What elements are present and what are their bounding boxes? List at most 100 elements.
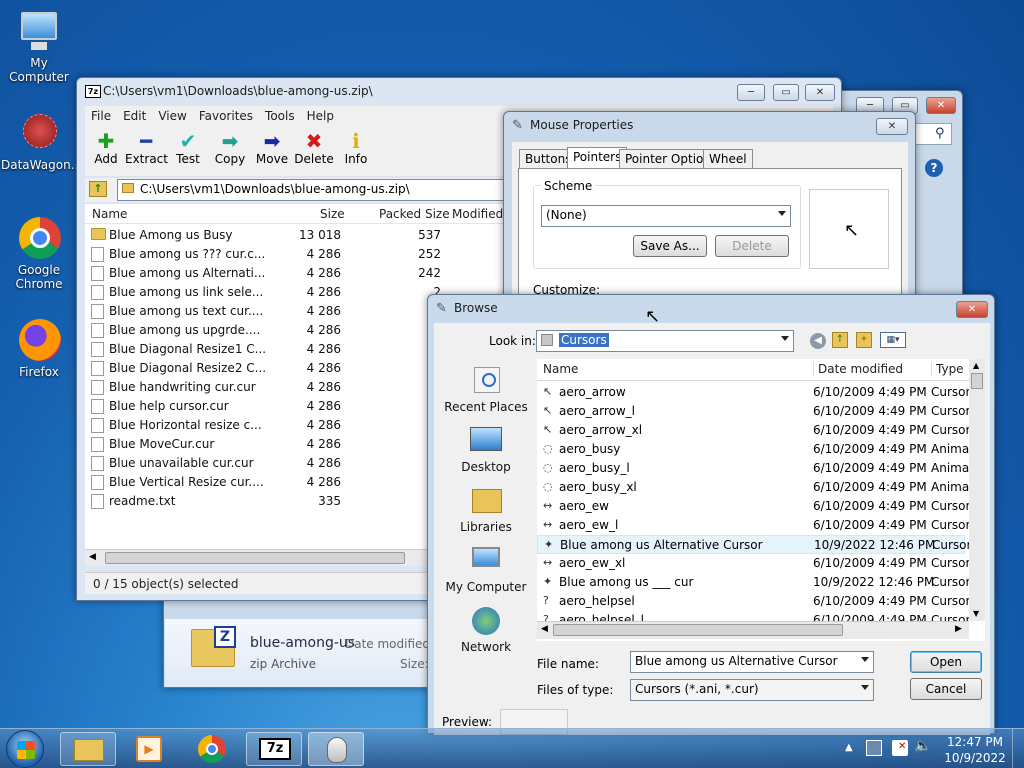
add-button[interactable]: ✚ Add <box>85 130 127 166</box>
clock[interactable]: 12:47 PM 10/9/2022 <box>940 734 1010 766</box>
menu-tools[interactable]: Tools <box>259 106 301 126</box>
scroll-left-arrow[interactable]: ◀ <box>89 552 96 562</box>
show-desktop-button[interactable] <box>1012 729 1024 768</box>
scroll-thumb[interactable] <box>105 552 405 564</box>
cursor-file-icon: ↖ <box>543 404 553 417</box>
desktop-icon-label: Google Chrome <box>15 263 63 291</box>
taskbar-chrome[interactable] <box>184 732 240 766</box>
save-as-button[interactable]: Save As... <box>633 235 707 257</box>
taskbar-explorer[interactable] <box>60 732 116 766</box>
mouse-properties-window[interactable]: ✎ Mouse Properties ✕ Buttons Pointers Po… <box>503 111 916 312</box>
delete-scheme-button[interactable]: Delete <box>715 235 789 257</box>
place-desktop[interactable]: Desktop <box>438 425 534 474</box>
menu-file[interactable]: File <box>85 106 117 126</box>
help-icon[interactable]: ? <box>925 159 943 177</box>
scroll-right-arrow[interactable]: ▶ <box>955 624 962 634</box>
place-libraries[interactable]: Libraries <box>438 485 534 534</box>
col-modified[interactable]: Modified <box>452 207 503 221</box>
close-button[interactable]: ✕ <box>876 118 908 135</box>
up-folder-icon[interactable]: ↑ <box>89 181 107 197</box>
action-center-icon[interactable]: ✕ <box>892 740 908 756</box>
info-button[interactable]: ℹ Info <box>335 130 377 166</box>
list-item[interactable]: ↖ aero_arrow_xl 6/10/2009 4:49 PM Cursor <box>537 421 970 440</box>
desktop-icon-chrome[interactable]: Google Chrome <box>1 217 77 291</box>
start-button[interactable] <box>6 730 44 768</box>
menu-edit[interactable]: Edit <box>117 106 152 126</box>
test-button[interactable]: ✔ Test <box>167 130 209 166</box>
list-item[interactable]: ◌ aero_busy 6/10/2009 4:49 PM Anima <box>537 440 969 459</box>
tab-wheel[interactable]: Wheel <box>703 149 753 169</box>
show-hidden-icons[interactable]: ▲ <box>845 742 853 753</box>
taskbar-media-player[interactable]: ▶ <box>122 732 178 766</box>
place-my-computer[interactable]: My Computer <box>438 545 534 594</box>
taskbar-7zip[interactable]: 7z <box>246 732 302 766</box>
horizontal-scrollbar[interactable]: ◀ ▶ <box>537 621 969 639</box>
back-icon[interactable]: ◀ <box>810 333 826 349</box>
vertical-scrollbar[interactable]: ▲ ▼ <box>969 359 985 621</box>
close-button[interactable]: ✕ <box>926 97 956 114</box>
extract-button[interactable]: ━ Extract <box>125 130 168 166</box>
view-menu-icon[interactable]: ▦▾ <box>880 332 906 348</box>
maximize-button[interactable]: ▭ <box>773 84 799 101</box>
scroll-left-arrow[interactable]: ◀ <box>541 624 548 634</box>
place-network[interactable]: Network <box>438 605 534 654</box>
taskbar-mouse[interactable] <box>308 732 364 766</box>
list-item[interactable]: ◌ aero_busy_xl 6/10/2009 4:49 PM Anima <box>537 478 969 497</box>
item-date: 6/10/2009 4:49 PM <box>813 594 927 608</box>
list-item[interactable]: ✦ Blue among us Alternative Cursor 10/9/20… <box>537 535 971 554</box>
menu-favorites[interactable]: Favorites <box>193 106 259 126</box>
list-item[interactable]: ↔ aero_ew_xl 6/10/2009 4:49 PM Cursor <box>537 554 970 573</box>
list-item[interactable]: ↖ aero_arrow 6/10/2009 4:49 PM Cursor <box>537 383 970 402</box>
file-name-field[interactable]: Blue among us Alternative Cursor <box>630 651 874 673</box>
col-date-modified[interactable]: Date modified <box>813 362 903 376</box>
list-item[interactable]: ? aero_helpsel 6/10/2009 4:49 PM Cursor <box>537 592 970 611</box>
look-in-select[interactable]: Cursors <box>536 330 794 352</box>
menu-view[interactable]: View <box>152 106 192 126</box>
scroll-thumb[interactable] <box>553 624 843 636</box>
desktop-icon-datawagon[interactable]: DataWagon... <box>1 112 82 172</box>
item-type: Anima <box>931 461 970 475</box>
files-of-type-select[interactable]: Cursors (*.ani, *.cur) <box>630 679 874 701</box>
new-folder-icon[interactable]: ✦ <box>856 332 872 348</box>
browse-file-list[interactable]: Name Date modified Type ↖ aero_arrow 6/10/… <box>537 359 985 641</box>
move-button[interactable]: ➡ Move <box>251 130 293 166</box>
place-recent-places[interactable]: Recent Places <box>438 365 534 414</box>
cursor-file-icon: ◌ <box>543 480 553 493</box>
look-in-label: Look in: <box>489 334 536 348</box>
desktop-icon <box>470 425 502 457</box>
scroll-down-arrow[interactable]: ▼ <box>973 609 979 618</box>
col-name[interactable]: Name <box>543 362 578 376</box>
scroll-up-arrow[interactable]: ▲ <box>973 361 979 370</box>
network-tray-icon[interactable] <box>866 740 882 756</box>
volume-icon[interactable]: 🔈 <box>914 738 931 754</box>
col-type[interactable]: Type <box>931 362 964 376</box>
file-icon <box>91 323 104 338</box>
list-item[interactable]: ✦ Blue among us ___ cur 10/9/2022 12:46 PM… <box>537 573 970 592</box>
menu-help[interactable]: Help <box>301 106 340 126</box>
preview-label: Preview: <box>442 715 493 729</box>
search-button[interactable]: ⚲ <box>914 123 952 145</box>
list-item[interactable]: ↖ aero_arrow_l 6/10/2009 4:49 PM Cursor <box>537 402 970 421</box>
col-size[interactable]: Size <box>320 207 345 221</box>
scheme-select[interactable]: (None) <box>541 205 791 227</box>
minimize-button[interactable]: ─ <box>737 84 765 101</box>
item-name: aero_arrow <box>559 385 626 399</box>
list-item[interactable]: ◌ aero_busy_l 6/10/2009 4:49 PM Anima <box>537 459 969 478</box>
close-button[interactable]: ✕ <box>956 301 988 318</box>
desktop-icon-my-computer[interactable]: My Computer <box>1 10 77 84</box>
delete-button[interactable]: ✖ Delete <box>293 130 335 166</box>
scroll-thumb[interactable] <box>971 373 983 389</box>
copy-button[interactable]: ➡ Copy <box>209 130 251 166</box>
col-name[interactable]: Name <box>92 207 127 221</box>
desktop-icon-firefox[interactable]: Firefox <box>1 319 77 379</box>
browse-dialog[interactable]: ✎ Browse ✕ Look in: Cursors ◀ ↑ ✦ ▦▾ Rec… <box>427 294 995 735</box>
list-item[interactable]: ↔ aero_ew_l 6/10/2009 4:49 PM Cursor <box>537 516 970 535</box>
up-one-level-icon[interactable]: ↑ <box>832 332 848 348</box>
item-name: aero_busy_l <box>559 461 630 475</box>
cancel-button[interactable]: Cancel <box>910 678 982 700</box>
chrome-icon <box>198 735 226 763</box>
open-button[interactable]: Open <box>910 651 982 673</box>
close-button[interactable]: ✕ <box>805 84 835 101</box>
list-item[interactable]: ↔ aero_ew 6/10/2009 4:49 PM Cursor <box>537 497 970 516</box>
col-packed-size[interactable]: Packed Size <box>379 207 450 221</box>
